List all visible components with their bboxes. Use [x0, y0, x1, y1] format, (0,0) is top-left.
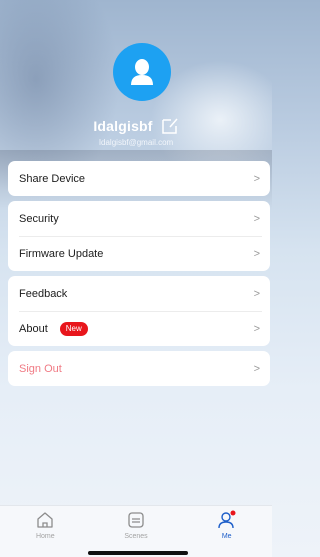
- chevron-right-icon: >: [253, 247, 260, 260]
- home-icon: [37, 512, 53, 528]
- menu-item-label: Firmware Update: [19, 247, 104, 260]
- username-row: Idalgisbf: [0, 117, 272, 135]
- card-share: Share Device >: [8, 161, 270, 196]
- menu-item-security[interactable]: Security >: [8, 201, 270, 236]
- chevron-right-icon: >: [253, 172, 260, 185]
- avatar[interactable]: [113, 43, 171, 101]
- chevron-right-icon: >: [253, 287, 260, 300]
- menu-item-label: Share Device: [19, 172, 86, 185]
- home-indicator: [88, 551, 188, 555]
- new-badge: New: [59, 321, 88, 336]
- tab-scenes[interactable]: Scenes: [91, 506, 182, 557]
- sign-out-label: Sign Out: [19, 362, 62, 375]
- tab-label: Me: [221, 533, 232, 540]
- person-icon: [131, 59, 153, 85]
- chevron-right-icon: >: [253, 212, 260, 225]
- tab-label: Scenes: [124, 533, 148, 540]
- menu-item-label: About: [19, 322, 48, 335]
- edit-icon[interactable]: [161, 117, 179, 135]
- user-email: Idalgisbf@gmail.com: [98, 138, 174, 147]
- menu-item-label: Feedback: [19, 287, 68, 300]
- menu-item-share-device[interactable]: Share Device >: [8, 161, 270, 196]
- chevron-right-icon: >: [253, 322, 260, 335]
- tab-me[interactable]: Me: [181, 506, 272, 557]
- menu-item-about[interactable]: About New >: [8, 311, 270, 346]
- tab-label: Home: [35, 533, 55, 540]
- menu-item-label: Security: [19, 212, 59, 225]
- card-security: Security > Firmware Update >: [8, 201, 270, 271]
- chevron-right-icon: >: [253, 362, 260, 375]
- tab-home[interactable]: Home: [0, 506, 91, 557]
- card-feedback: Feedback > About New >: [8, 276, 270, 346]
- sign-out-button[interactable]: Sign Out >: [8, 351, 270, 386]
- tab-bar: Home Scenes Me: [0, 505, 272, 557]
- scenes-icon: [128, 512, 144, 528]
- menu-item-firmware-update[interactable]: Firmware Update >: [8, 236, 270, 271]
- card-sign-out: Sign Out >: [8, 351, 270, 386]
- menu-item-feedback[interactable]: Feedback >: [8, 276, 270, 311]
- person-icon: [217, 510, 236, 529]
- username: Idalgisbf: [93, 118, 153, 134]
